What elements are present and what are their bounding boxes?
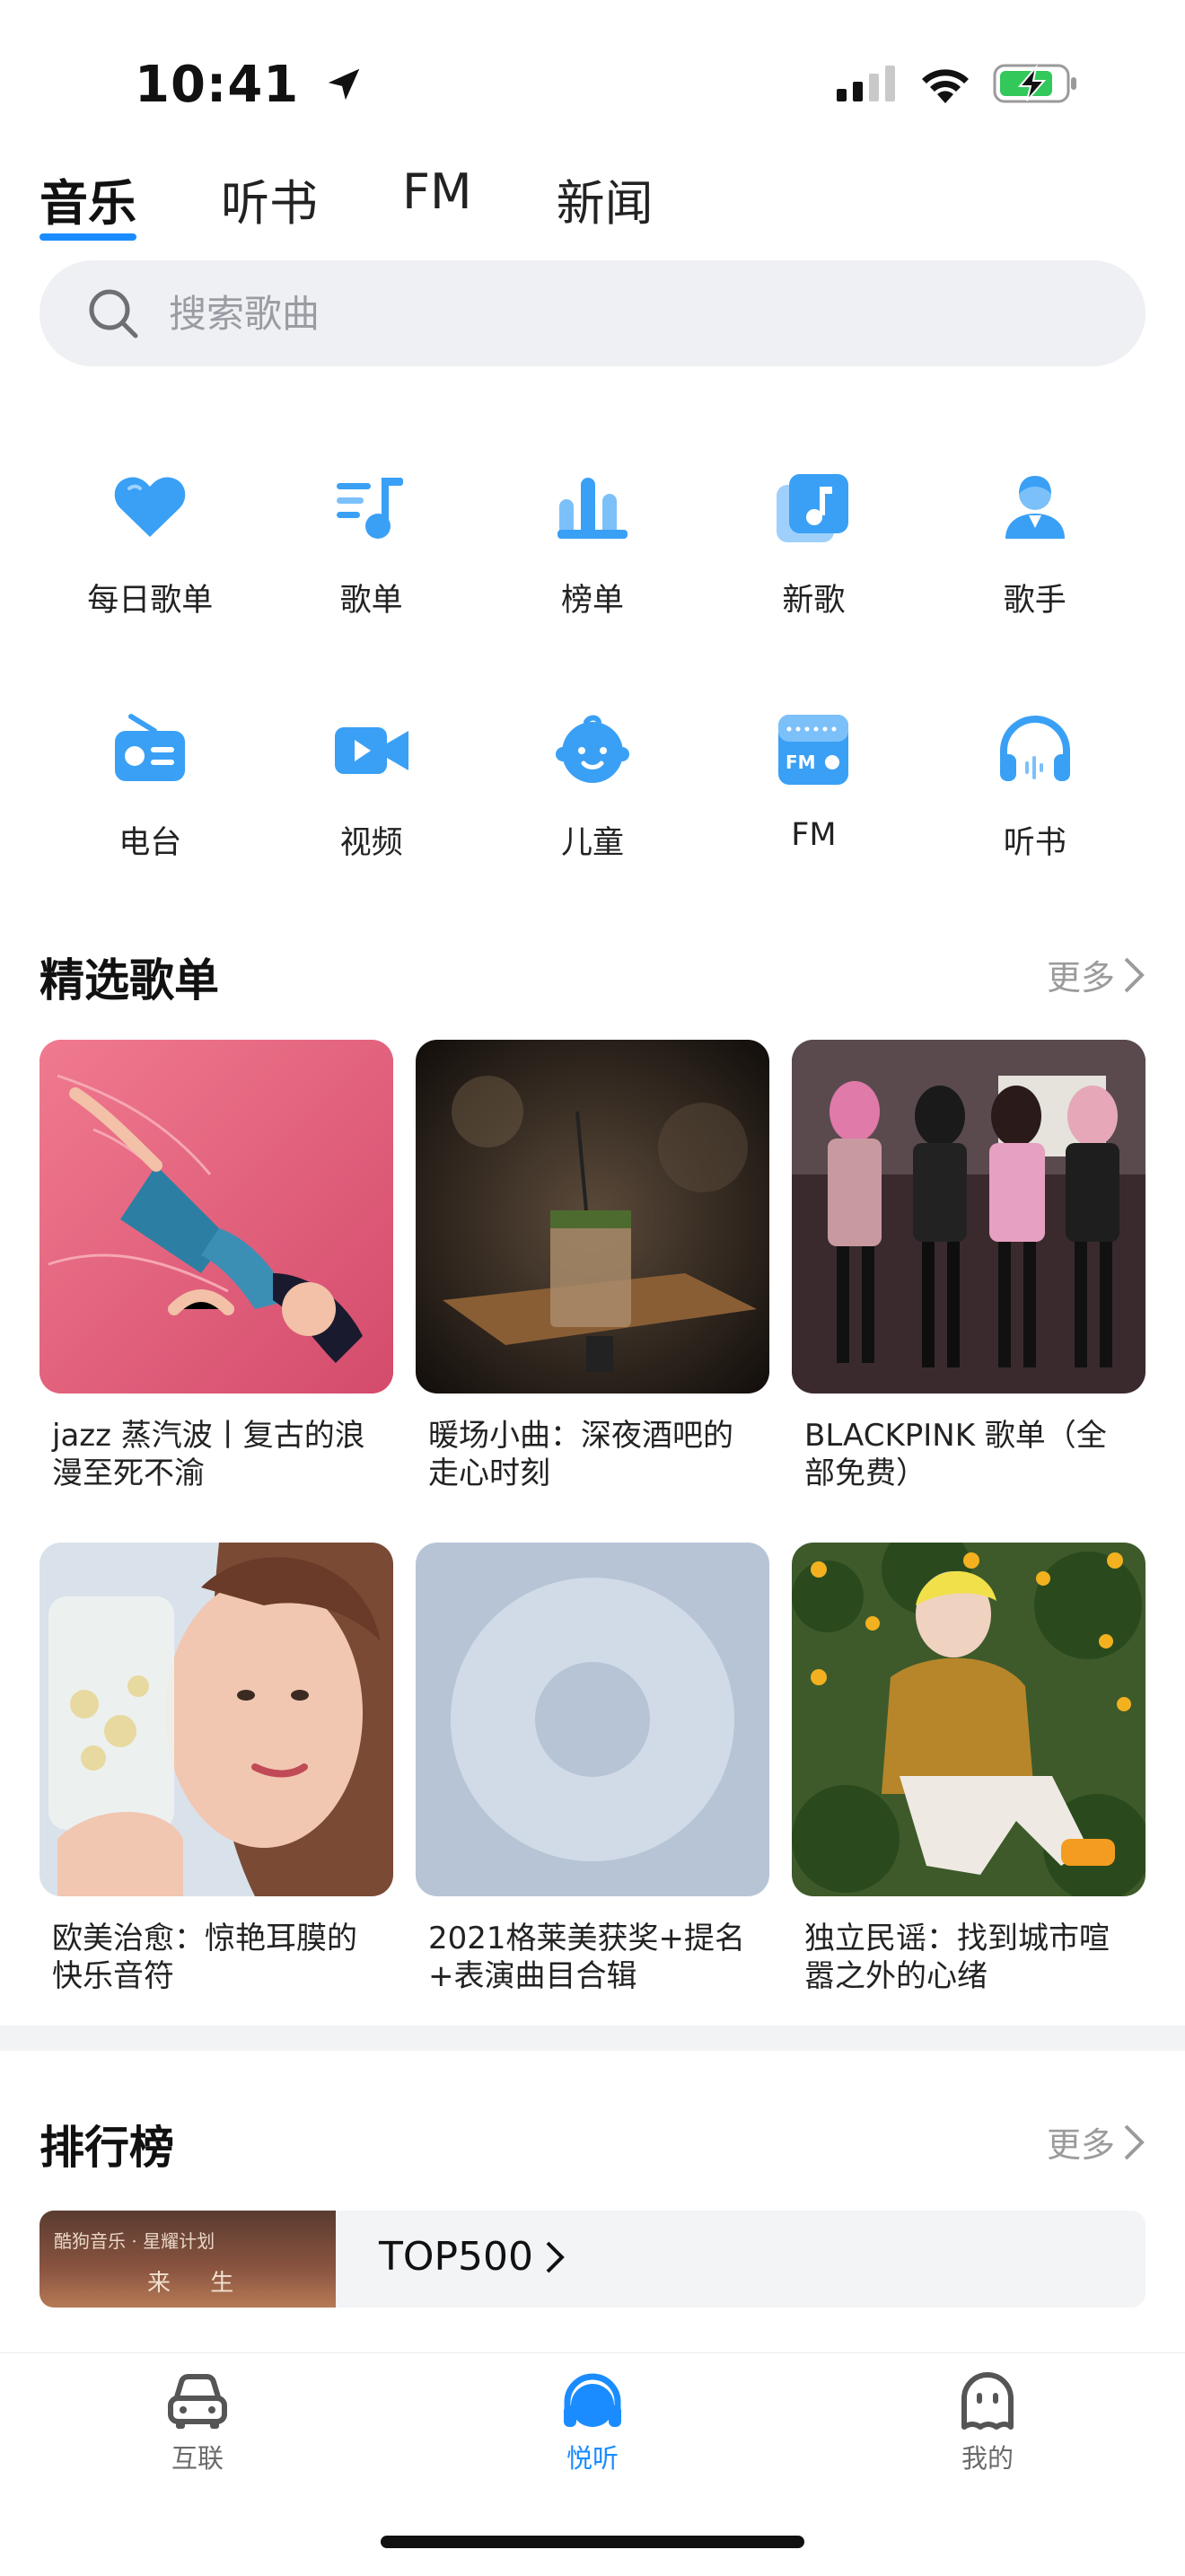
nav-mine[interactable]: 我的 — [898, 2369, 1077, 2475]
search-input[interactable] — [167, 290, 979, 337]
tab-music[interactable]: 音乐 — [40, 163, 136, 262]
playlist-title: 独立民谣：找到城市喧嚣之外的心绪 — [804, 1921, 1110, 1994]
playlist-icon — [336, 478, 403, 539]
nav-label: 我的 — [961, 2443, 1014, 2474]
playlist-card[interactable]: 2021格莱美获奖+提名+表演曲目合辑 — [416, 1543, 769, 1995]
playlist-card[interactable]: 暖场小曲：深夜酒吧的走心时刻 — [416, 1040, 769, 1492]
status-time-text: 10:41 — [135, 56, 300, 114]
playlist-card[interactable]: 欧美治愈：惊艳耳膜的快乐音符 — [40, 1543, 393, 1995]
playlist-title: jazz 蒸汽波丨复古的浪漫至死不渝 — [52, 1418, 365, 1491]
category-audiobook[interactable]: 听书 — [925, 691, 1146, 934]
search-icon — [89, 289, 138, 338]
ranking-label: TOP500 — [379, 2234, 566, 2280]
heart-icon — [114, 477, 186, 537]
category-radio[interactable]: 电台 — [40, 691, 260, 934]
playlist-cover — [40, 1543, 393, 1896]
tab-fm[interactable]: FM — [402, 163, 472, 262]
car-icon — [168, 2374, 227, 2429]
ranking-title: 排行榜 — [40, 2122, 174, 2174]
signal-icon — [837, 66, 895, 101]
singer-icon — [1005, 476, 1065, 539]
playlist-title: 暖场小曲：深夜酒吧的走心时刻 — [428, 1418, 733, 1491]
nav-label: 悦听 — [566, 2443, 619, 2474]
playlist-cover — [792, 1543, 1146, 1896]
category-label: 视频 — [339, 825, 403, 861]
playlist-cover — [792, 1040, 1146, 1394]
playlist-card[interactable]: BLACKPINK 歌单（全部免费） — [792, 1040, 1146, 1492]
status-indicators — [837, 63, 1079, 104]
nav-listen[interactable]: 悦听 — [503, 2369, 682, 2475]
category-label: 每日歌单 — [87, 583, 214, 619]
category-label: 榜单 — [560, 583, 624, 619]
chevron-right-icon — [546, 2241, 565, 2273]
headphones-icon — [564, 2373, 621, 2427]
category-singers[interactable]: 歌手 — [925, 449, 1146, 691]
category-new-songs[interactable]: 新歌 — [703, 449, 924, 691]
headphones-icon — [999, 716, 1070, 781]
category-kids[interactable]: 儿童 — [482, 691, 703, 934]
category-label: 歌单 — [339, 583, 403, 619]
tab-news-label: 新闻 — [556, 175, 654, 232]
location-arrow-icon — [328, 68, 360, 101]
category-fm[interactable]: FM FM — [703, 691, 924, 934]
featured-playlists-title: 精选歌单 — [40, 954, 219, 1007]
tab-audiobook-label: 听书 — [221, 175, 318, 232]
playlist-title: 2021格莱美获奖+提名+表演曲目合辑 — [428, 1921, 746, 1994]
active-tab-indicator — [40, 233, 136, 241]
playlist-card[interactable]: jazz 蒸汽波丨复古的浪漫至死不渝 — [40, 1040, 393, 1492]
video-camera-icon — [334, 727, 408, 774]
tab-audiobook[interactable]: 听书 — [221, 163, 318, 262]
tab-news[interactable]: 新闻 — [557, 163, 654, 262]
category-playlist[interactable]: 歌单 — [260, 449, 481, 691]
chevron-right-icon — [1124, 957, 1145, 992]
battery-charging-icon — [993, 64, 1076, 103]
category-label: 听书 — [1003, 825, 1066, 861]
home-indicator — [381, 2536, 804, 2548]
playlist-card[interactable]: 独立民谣：找到城市喧嚣之外的心绪 — [792, 1543, 1146, 1995]
profile-icon — [961, 2372, 1014, 2430]
nav-label: 互联 — [171, 2443, 224, 2474]
svg-text:FM: FM — [786, 752, 816, 773]
section-divider — [0, 2026, 1185, 2051]
chart-bars-icon — [557, 478, 628, 539]
wifi-icon — [922, 69, 969, 103]
category-label: 新歌 — [782, 583, 846, 619]
playlist-title: 欧美治愈：惊艳耳膜的快乐音符 — [52, 1921, 357, 1994]
chevron-right-icon — [1124, 2124, 1145, 2159]
search-bar[interactable] — [40, 260, 1146, 366]
ranking-label-text: TOP500 — [379, 2234, 534, 2280]
category-grid: 每日歌单 歌单 榜单 新歌 歌手 电台 视频 儿童 FM FM 听书 — [40, 449, 1146, 934]
ranking-cover-title: 来 生 — [147, 2270, 250, 2297]
music-note-icon — [777, 474, 849, 542]
tab-fm-label: FM — [402, 163, 472, 220]
featured-more-link[interactable]: 更多 — [1047, 950, 1146, 999]
fm-radio-icon: FM — [778, 715, 849, 785]
more-label: 更多 — [1046, 2125, 1115, 2165]
category-charts[interactable]: 榜单 — [482, 449, 703, 691]
playlist-title: BLACKPINK 歌单（全部免费） — [804, 1418, 1107, 1491]
ranking-top500-row[interactable]: 酷狗音乐 · 星耀计划 来 生 TOP500 — [40, 2211, 1146, 2308]
status-time: 10:41 — [135, 56, 364, 114]
category-video[interactable]: 视频 — [260, 691, 481, 934]
radio-icon — [115, 714, 186, 781]
category-label: 歌手 — [1003, 583, 1066, 619]
playlist-cover — [416, 1040, 769, 1394]
playlist-cover — [40, 1040, 393, 1394]
ranking-cover: 酷狗音乐 · 星耀计划 来 生 — [40, 2211, 336, 2308]
category-label: FM — [791, 817, 837, 853]
top-tabs: 音乐 听书 FM 新闻 — [40, 163, 738, 262]
category-daily-playlist[interactable]: 每日歌单 — [40, 449, 260, 691]
tab-music-label: 音乐 — [40, 175, 136, 232]
category-label: 电台 — [118, 825, 182, 861]
ranking-cover-caption: 酷狗音乐 · 星耀计划 — [54, 2230, 215, 2252]
nav-connect[interactable]: 互联 — [108, 2369, 287, 2475]
playlist-cover-placeholder — [416, 1543, 769, 1896]
more-label: 更多 — [1046, 958, 1115, 998]
category-label: 儿童 — [560, 825, 624, 861]
ranking-more-link[interactable]: 更多 — [1047, 2117, 1146, 2167]
baby-face-icon — [555, 715, 629, 783]
